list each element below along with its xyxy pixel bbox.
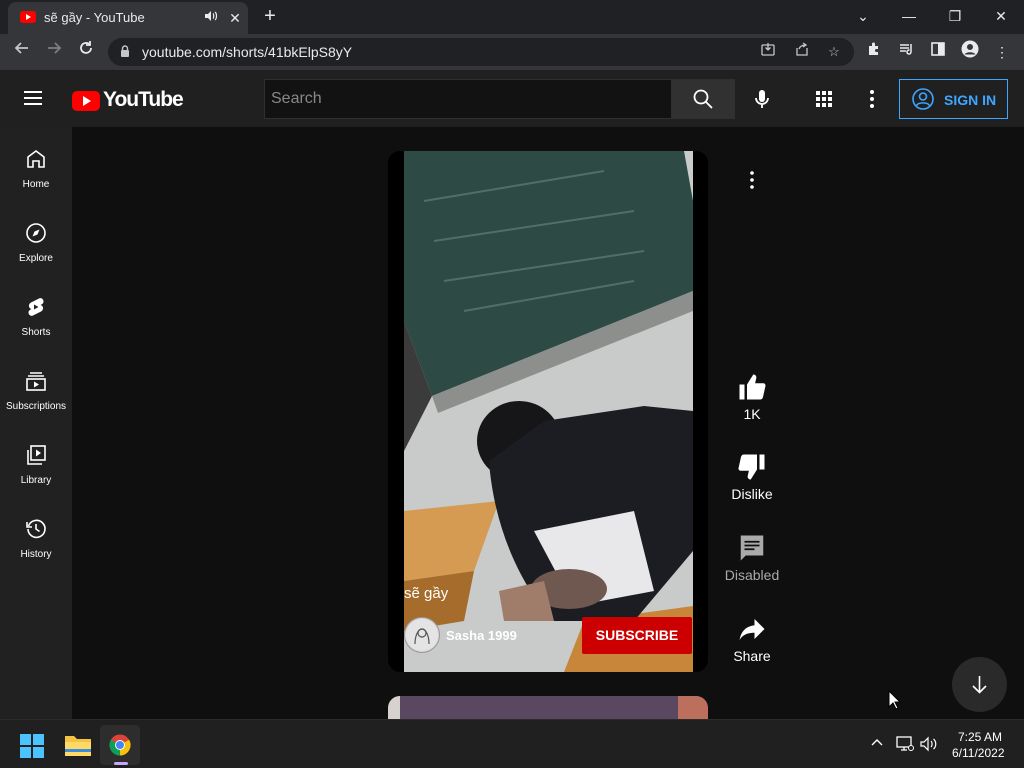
browser-menu-kebab-icon[interactable]: ⋮ — [990, 40, 1014, 64]
next-short-thumbnail — [388, 696, 708, 720]
share-button[interactable]: Share — [720, 614, 784, 664]
reload-icon[interactable] — [74, 40, 98, 64]
more-vertical-icon — [750, 171, 754, 189]
hamburger-menu-icon[interactable] — [24, 89, 44, 107]
search-input[interactable] — [265, 80, 671, 118]
sidebar-item-shorts[interactable]: Shorts — [0, 275, 72, 349]
history-icon — [26, 519, 46, 539]
subscriptions-icon — [26, 372, 46, 391]
comments-disabled-label: Disabled — [724, 567, 780, 583]
subscribe-button[interactable]: SUBSCRIBE — [582, 617, 692, 654]
search-box — [264, 79, 672, 119]
sidebar-item-history[interactable]: History — [0, 497, 72, 571]
comment-icon — [740, 535, 764, 561]
youtube-logo-text[interactable]: YouTube — [103, 88, 184, 112]
sidebar-item-label: Library — [20, 475, 52, 486]
sidebar-item-label: History — [20, 549, 52, 560]
voice-search-button[interactable] — [750, 87, 774, 111]
youtube-header: YouTube SIGN IN — [0, 71, 1024, 127]
search-button[interactable] — [671, 79, 735, 119]
apps-grid-icon — [816, 91, 832, 107]
close-tab-icon[interactable]: ✕ — [226, 9, 244, 27]
tab-title: sẽ gầy - YouTube — [44, 10, 145, 25]
active-app-indicator — [114, 762, 128, 765]
share-label: Share — [733, 648, 771, 664]
back-arrow-icon[interactable] — [10, 40, 34, 64]
youtube-logo-icon[interactable] — [72, 91, 100, 111]
share-page-icon[interactable] — [792, 42, 812, 62]
windows-taskbar: 7:25 AM 6/11/2022 — [0, 719, 1024, 768]
file-explorer-icon[interactable] — [64, 732, 92, 758]
sidebar-item-subscriptions[interactable]: Subscriptions — [0, 349, 72, 423]
lock-icon[interactable] — [120, 45, 130, 57]
url-text[interactable]: youtube.com/shorts/41bkElpS8yY — [142, 44, 352, 60]
like-button[interactable]: 1K — [720, 372, 784, 422]
speaker-icon[interactable] — [204, 9, 220, 25]
sidebar-item-label: Explore — [19, 253, 53, 264]
sidebar-item-home[interactable]: Home — [0, 127, 72, 201]
tab-search-chevron-icon[interactable]: ⌄ — [840, 4, 886, 28]
library-icon — [27, 445, 46, 465]
microphone-icon — [755, 90, 769, 108]
thumbs-down-icon — [738, 454, 765, 480]
address-bar[interactable]: youtube.com/shorts/41bkElpS8yY ☆ — [108, 38, 854, 66]
chrome-icon — [109, 734, 131, 756]
install-app-icon[interactable] — [758, 42, 778, 62]
sign-in-label: SIGN IN — [944, 92, 997, 108]
new-tab-plus-icon[interactable]: + — [258, 4, 282, 28]
sidebar-item-explore[interactable]: Explore — [0, 201, 72, 275]
dislike-label: Dislike — [731, 486, 773, 502]
settings-kebab-button[interactable] — [860, 87, 884, 111]
dislike-button[interactable]: Dislike — [720, 452, 784, 502]
forward-arrow-icon[interactable] — [42, 40, 66, 64]
browser-tab-strip: sẽ gầy - YouTube ✕ + ⌄ — ❐ ✕ — [0, 0, 1024, 34]
next-short-button[interactable] — [952, 657, 1007, 712]
browser-tab[interactable]: sẽ gầy - YouTube ✕ — [8, 2, 248, 34]
clock-time[interactable]: 7:25 AM — [958, 730, 1002, 744]
thumbs-up-icon — [739, 374, 766, 400]
clock-date[interactable]: 6/11/2022 — [952, 746, 1005, 760]
comments-button: Disabled — [720, 533, 784, 583]
network-icon[interactable] — [896, 736, 914, 754]
channel-name[interactable]: Sasha 1999 — [446, 628, 517, 643]
more-actions-button[interactable] — [740, 168, 764, 192]
mouse-cursor-icon — [888, 690, 902, 710]
media-queue-icon[interactable] — [894, 40, 918, 64]
home-icon — [27, 150, 45, 168]
minimize-icon[interactable]: — — [886, 4, 932, 28]
side-panel-icon[interactable] — [926, 40, 950, 64]
share-arrow-icon — [739, 619, 765, 641]
compass-icon — [26, 223, 46, 243]
youtube-favicon-icon — [20, 11, 36, 23]
profile-avatar-icon[interactable] — [958, 40, 982, 64]
close-window-icon[interactable]: ✕ — [978, 4, 1024, 28]
volume-icon[interactable] — [920, 736, 938, 754]
search-icon — [693, 89, 713, 109]
bookmark-star-icon[interactable]: ☆ — [824, 42, 844, 62]
avatar-sketch-icon — [406, 619, 438, 651]
tray-chevron-up-icon[interactable] — [868, 736, 886, 754]
shorts-player[interactable]: sẽ gầy Sasha 1999 SUBSCRIBE — [388, 151, 708, 672]
sidebar: Home Explore Shorts Subscriptions Librar… — [0, 127, 72, 719]
windows-start-icon[interactable] — [20, 734, 44, 758]
sign-in-button[interactable]: SIGN IN — [899, 79, 1008, 119]
sidebar-item-label: Home — [22, 179, 50, 190]
more-vertical-icon — [870, 90, 874, 108]
account-circle-icon — [912, 88, 934, 110]
short-title[interactable]: sẽ gầy — [404, 585, 448, 602]
sidebar-item-label: Subscriptions — [5, 401, 67, 412]
sidebar-item-label: Shorts — [21, 327, 51, 338]
browser-toolbar: youtube.com/shorts/41bkElpS8yY ☆ ⋮ — [0, 34, 1024, 71]
extensions-puzzle-icon[interactable] — [862, 40, 886, 64]
apps-grid-button[interactable] — [812, 87, 836, 111]
next-short-preview[interactable] — [388, 696, 708, 720]
shorts-icon — [28, 298, 44, 316]
channel-avatar[interactable] — [404, 617, 440, 653]
chrome-taskbar-button[interactable] — [100, 725, 140, 765]
sidebar-item-library[interactable]: Library — [0, 423, 72, 497]
restore-icon[interactable]: ❐ — [932, 4, 978, 28]
arrow-down-icon — [972, 676, 987, 694]
like-count: 1K — [743, 406, 761, 422]
